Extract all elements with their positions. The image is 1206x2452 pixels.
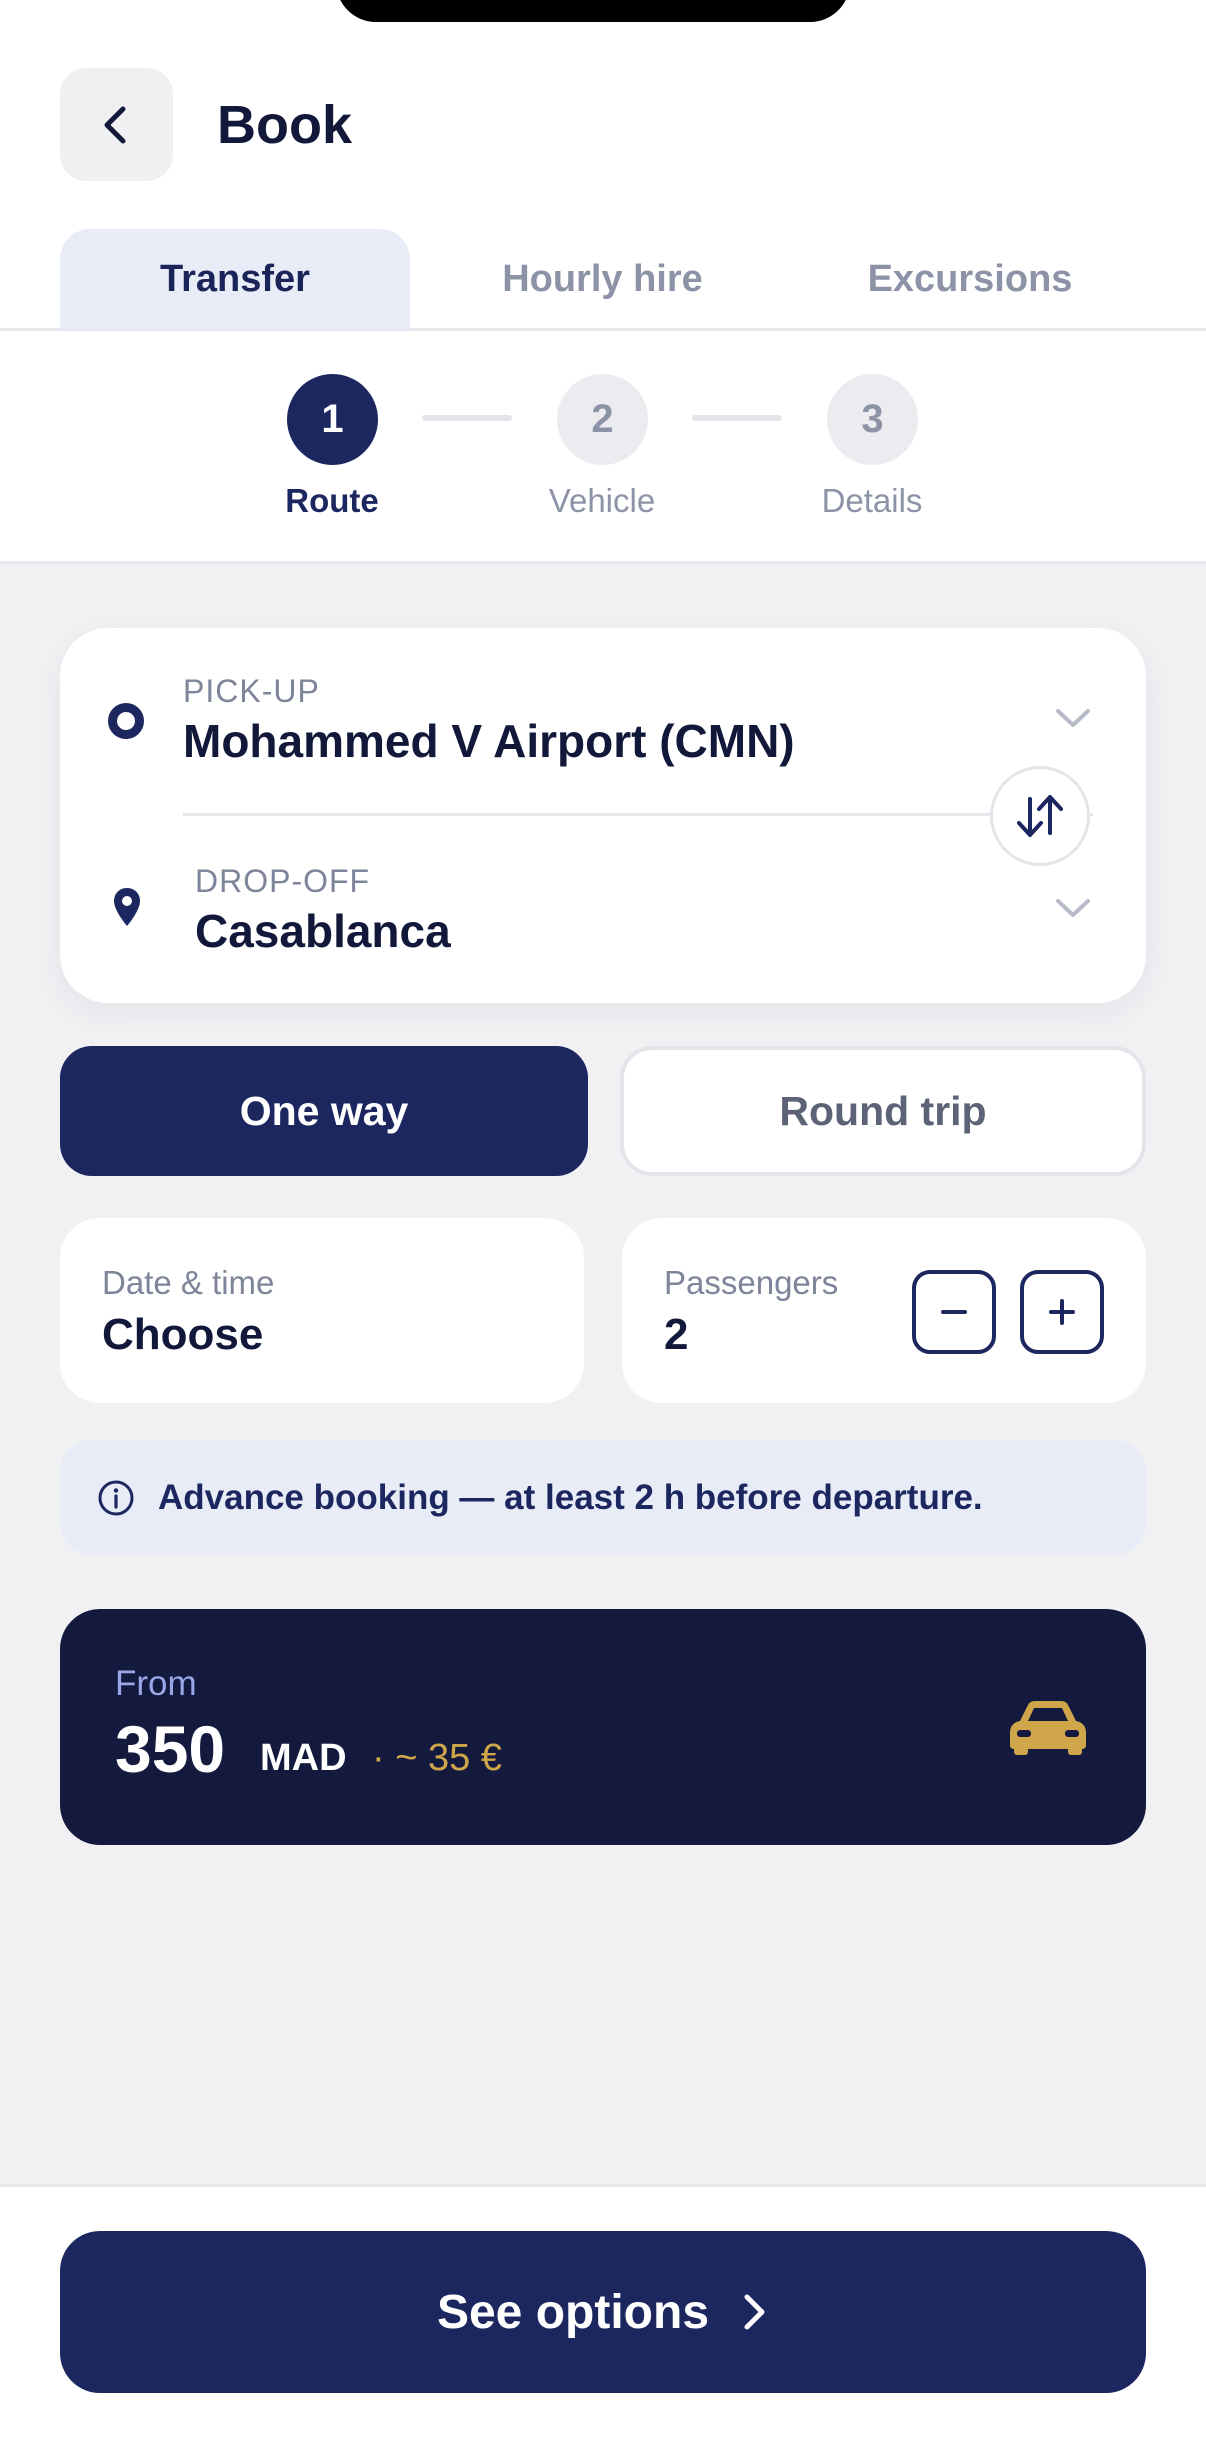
price-card: From 350 MAD · ~ 35 € [60, 1609, 1146, 1845]
chevron-right-icon [744, 2294, 765, 2330]
step-2-label: Vehicle [548, 482, 656, 519]
info-circle-icon [98, 1480, 134, 1515]
price-amount: 350 [115, 1712, 226, 1786]
divider [0, 561, 1206, 564]
bottom-action-bar: See options [0, 2184, 1206, 2452]
info-banner: Advance booking — at least 2 h before de… [60, 1440, 1146, 1555]
see-options-button[interactable]: See options [60, 2231, 1146, 2393]
tab-hourly-hire[interactable]: Hourly hire [425, 229, 780, 329]
price-euro-equivalent: · ~ 35 € [372, 1737, 502, 1779]
increase-passengers-button[interactable] [1020, 1270, 1104, 1354]
pickup-circle-icon [108, 703, 144, 739]
round-trip-button[interactable]: Round trip [620, 1046, 1146, 1176]
step-3-label: Details [821, 482, 923, 519]
one-way-button[interactable]: One way [60, 1046, 588, 1176]
swap-button[interactable] [990, 766, 1090, 866]
route-separator [183, 813, 1093, 816]
date-time-label: Date & time [102, 1264, 275, 1301]
date-time-value: Choose [102, 1310, 264, 1359]
see-options-label: See options [436, 2285, 710, 2339]
tab-bar: Transfer Hourly hire Excursions [0, 229, 1206, 331]
step-connector [422, 415, 512, 421]
page-title: Book [217, 95, 352, 155]
step-2-circle: 2 [557, 374, 648, 465]
date-time-field[interactable]: Date & time Choose [60, 1218, 584, 1403]
price-currency: MAD [260, 1737, 347, 1779]
tab-transfer[interactable]: Transfer [60, 229, 410, 329]
step-connector [692, 415, 782, 421]
car-icon [1010, 1701, 1086, 1755]
minus-icon [941, 1310, 967, 1314]
chevron-left-icon [104, 106, 125, 143]
pickup-label: PICK-UP [183, 673, 320, 709]
price-from-label: From [115, 1664, 197, 1703]
swap-vertical-icon [1017, 795, 1063, 837]
passengers-value: 2 [664, 1310, 689, 1359]
info-text: Advance booking — at least 2 h before de… [158, 1477, 983, 1517]
decrease-passengers-button[interactable] [912, 1270, 996, 1354]
dropoff-chevron-down-icon[interactable] [1053, 888, 1093, 928]
passengers-field: Passengers 2 [622, 1218, 1146, 1403]
pickup-field[interactable]: Mohammed V Airport (CMN) [183, 714, 795, 768]
plus-icon [1049, 1299, 1075, 1325]
back-button[interactable] [60, 68, 173, 181]
step-1-circle: 1 [287, 374, 378, 465]
passengers-label: Passengers [664, 1264, 839, 1301]
dropoff-field[interactable]: Casablanca [195, 904, 451, 958]
dropoff-label: DROP-OFF [195, 863, 371, 899]
tab-excursions[interactable]: Excursions [795, 229, 1145, 329]
route-card: PICK-UP Mohammed V Airport (CMN) DROP-OF… [60, 628, 1146, 1003]
step-1-label: Route [285, 482, 379, 519]
device-notch [336, 0, 850, 22]
map-pin-icon [114, 888, 140, 926]
pickup-chevron-down-icon[interactable] [1053, 698, 1093, 738]
step-3-circle: 3 [827, 374, 918, 465]
